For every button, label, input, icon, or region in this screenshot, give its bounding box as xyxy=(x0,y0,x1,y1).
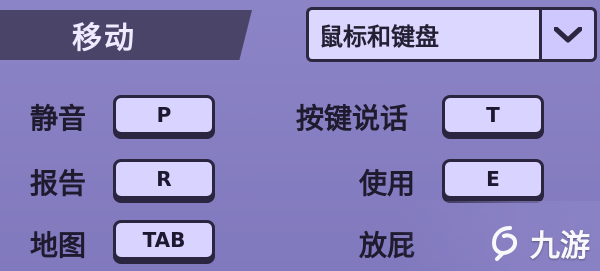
map-key-button[interactable]: TAB xyxy=(113,220,215,260)
watermark: 九游 xyxy=(486,221,590,265)
input-mode-dropdown-button[interactable] xyxy=(539,7,597,62)
watermark-text: 九游 xyxy=(530,229,590,264)
use-key-button[interactable]: E xyxy=(442,159,544,199)
input-mode-field[interactable]: 鼠标和键盘 xyxy=(306,7,539,62)
use-key-text: E xyxy=(486,167,500,191)
input-mode-value: 鼠标和键盘 xyxy=(319,23,439,51)
jiuyou-logo-icon xyxy=(492,226,518,261)
section-header: 移动 xyxy=(0,10,252,60)
settings-panel: 移动 鼠标和键盘 静音 P 报告 R 地图 TAB 按键说话 T 使用 E 放屁 xyxy=(0,0,600,271)
report-key-text: R xyxy=(156,167,172,191)
map-key-text: TAB xyxy=(142,228,186,252)
section-title: 移动 xyxy=(72,21,136,56)
input-mode-dropdown[interactable]: 鼠标和键盘 xyxy=(306,7,597,62)
use-label: 使用 xyxy=(359,167,416,200)
report-key-button[interactable]: R xyxy=(113,159,215,199)
mute-key-text: P xyxy=(156,103,172,127)
push-to-talk-key-button[interactable]: T xyxy=(442,95,544,135)
push-to-talk-key-text: T xyxy=(486,103,500,127)
map-label: 地图 xyxy=(30,229,87,262)
push-to-talk-label: 按键说话 xyxy=(296,102,409,135)
chevron-down-icon xyxy=(554,26,582,42)
mute-label: 静音 xyxy=(30,102,87,135)
report-label: 报告 xyxy=(30,167,87,200)
mute-key-button[interactable]: P xyxy=(113,95,215,135)
